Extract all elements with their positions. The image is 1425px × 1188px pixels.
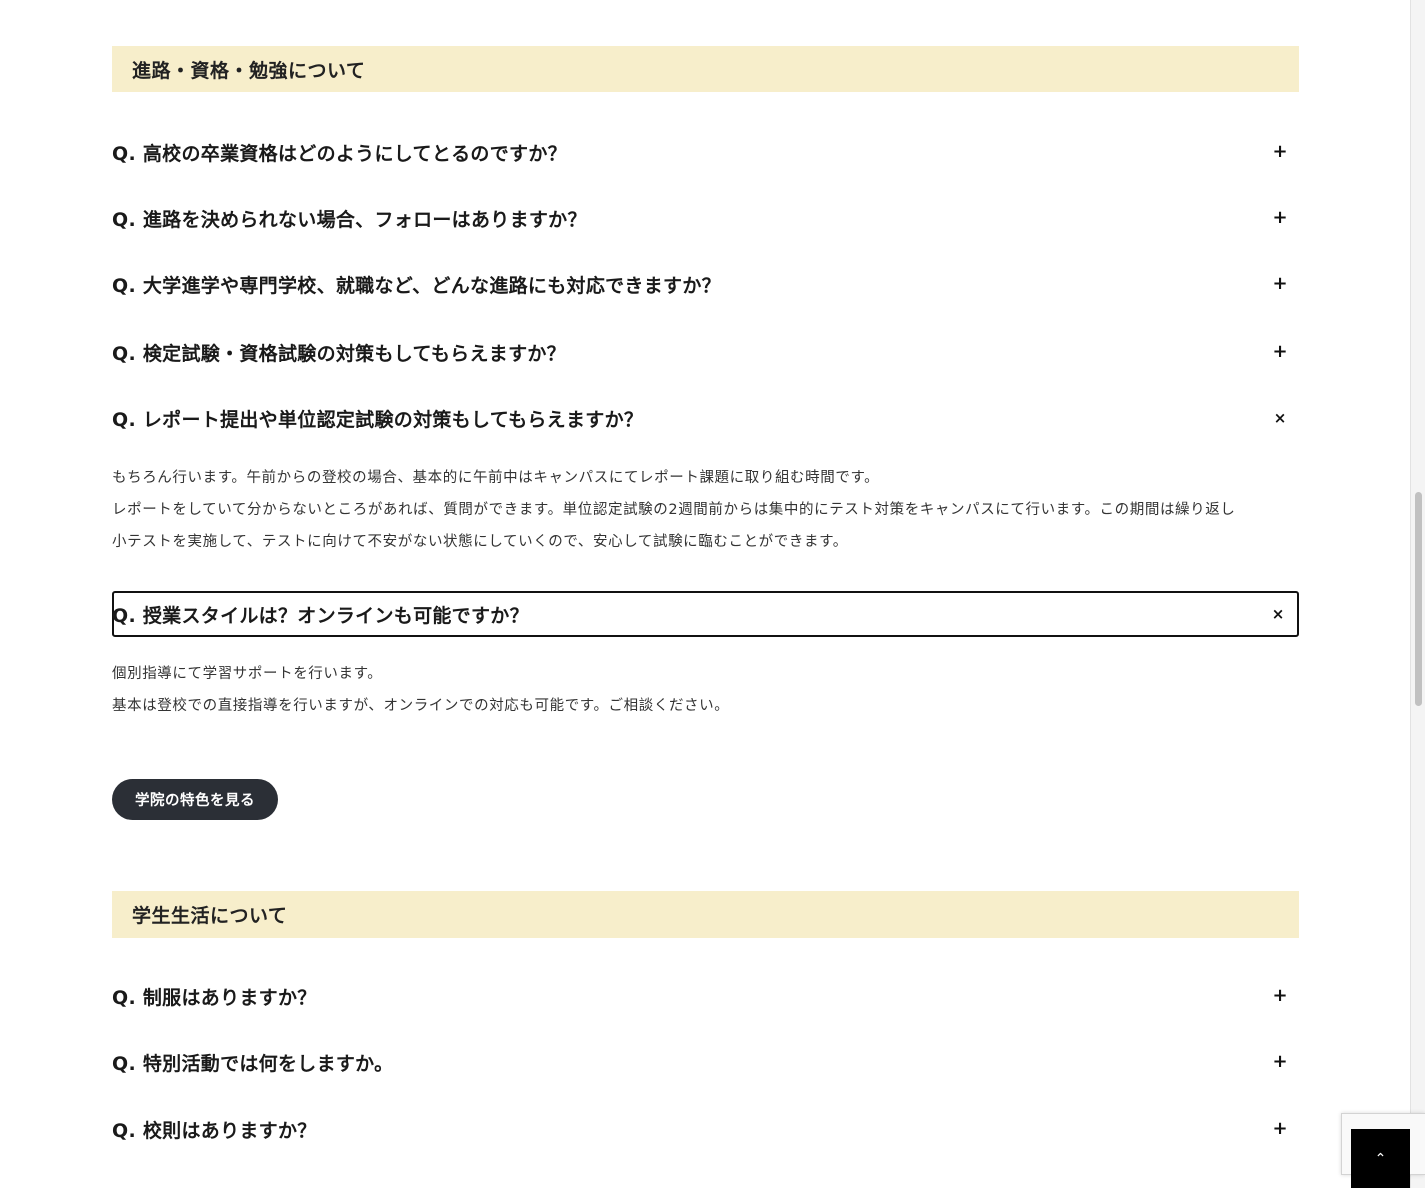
answer-line: 小テストを実施して、テストに向けて不安がない状態にしていくので、安心して試験に臨… — [112, 534, 848, 550]
close-icon[interactable]: × — [1267, 603, 1289, 625]
back-to-top-button[interactable]: ⌃ — [1351, 1129, 1410, 1188]
faq-item-career-support[interactable]: Q. 大学進学や専門学校、就職など、どんな進路にも対応できますか？ + — [112, 262, 1299, 306]
faq-item-exam-prep[interactable]: Q. 検定試験・資格試験の対策もしてもらえますか？ + — [112, 330, 1299, 374]
plus-icon[interactable]: + — [1269, 985, 1291, 1007]
faq-question: Q. 高校の卒業資格はどのようにしてとるのですか？ — [112, 142, 567, 165]
faq-question: Q. レポート提出や単位認定試験の対策もしてもらえますか？ — [112, 408, 644, 431]
faq-item-school-rules[interactable]: Q. 校則はありますか？ + — [112, 1107, 1299, 1151]
faq-item-career-follow[interactable]: Q. 進路を決められない場合、フォローはありますか？ + — [112, 196, 1299, 240]
faq-question: Q. 大学進学や専門学校、就職など、どんな進路にも対応できますか？ — [112, 274, 721, 297]
faq-question: Q. 進路を決められない場合、フォローはありますか？ — [112, 208, 587, 231]
faq-item-special-activities[interactable]: Q. 特別活動では何をしますか。 + — [112, 1040, 1299, 1084]
faq-item-uniform[interactable]: Q. 制服はありますか？ + — [112, 974, 1299, 1018]
section-header-career: 進路・資格・勉強について — [112, 46, 1299, 92]
answer-line: 基本は登校での直接指導を行いますが、オンラインでの対応も可能です。ご相談ください… — [112, 698, 730, 714]
close-icon[interactable]: × — [1269, 407, 1291, 429]
faq-answer-report-prep: もちろん行います。午前からの登校の場合、基本的に午前中はキャンパスにてレポート課… — [112, 462, 1299, 558]
faq-answer-class-style: 個別指導にて学習サポートを行います。 基本は登校での直接指導を行いますが、オンラ… — [112, 658, 1299, 722]
faq-question: Q. 特別活動では何をしますか。 — [112, 1052, 394, 1075]
section-title: 学生生活について — [132, 905, 288, 927]
faq-item-report-prep[interactable]: Q. レポート提出や単位認定試験の対策もしてもらえますか？ × — [112, 396, 1299, 440]
plus-icon[interactable]: + — [1269, 341, 1291, 363]
page: 進路・資格・勉強について Q. 高校の卒業資格はどのようにしてとるのですか？ +… — [0, 0, 1425, 1188]
faq-question: Q. 制服はありますか？ — [112, 986, 317, 1009]
faq-item-class-style[interactable]: Q. 授業スタイルは？オンラインも可能ですか？ × — [112, 591, 1299, 637]
page-scrollbar[interactable] — [1410, 0, 1425, 1188]
faq-question: Q. 授業スタイルは？オンラインも可能ですか？ — [112, 604, 529, 627]
faq-question: Q. 検定試験・資格試験の対策もしてもらえますか？ — [112, 342, 566, 365]
scrollbar-thumb[interactable] — [1415, 492, 1422, 706]
chevron-up-icon: ⌃ — [1374, 1150, 1387, 1167]
plus-icon[interactable]: + — [1269, 1051, 1291, 1073]
section-title: 進路・資格・勉強について — [132, 59, 366, 82]
section-header-student-life: 学生生活について — [112, 891, 1299, 938]
faq-question: Q. 校則はありますか？ — [112, 1119, 317, 1142]
features-button[interactable]: 学院の特色を見る — [112, 779, 278, 820]
plus-icon[interactable]: + — [1269, 141, 1291, 163]
answer-line: 個別指導にて学習サポートを行います。 — [112, 666, 383, 682]
plus-icon[interactable]: + — [1269, 207, 1291, 229]
plus-icon[interactable]: + — [1269, 1118, 1291, 1140]
plus-icon[interactable]: + — [1269, 273, 1291, 295]
answer-line: レポートをしていて分からないところがあれば、質問ができます。単位認定試験の2週間… — [112, 502, 1236, 518]
answer-line: もちろん行います。午前からの登校の場合、基本的に午前中はキャンパスにてレポート課… — [112, 470, 880, 486]
faq-item-graduation[interactable]: Q. 高校の卒業資格はどのようにしてとるのですか？ + — [112, 130, 1299, 174]
